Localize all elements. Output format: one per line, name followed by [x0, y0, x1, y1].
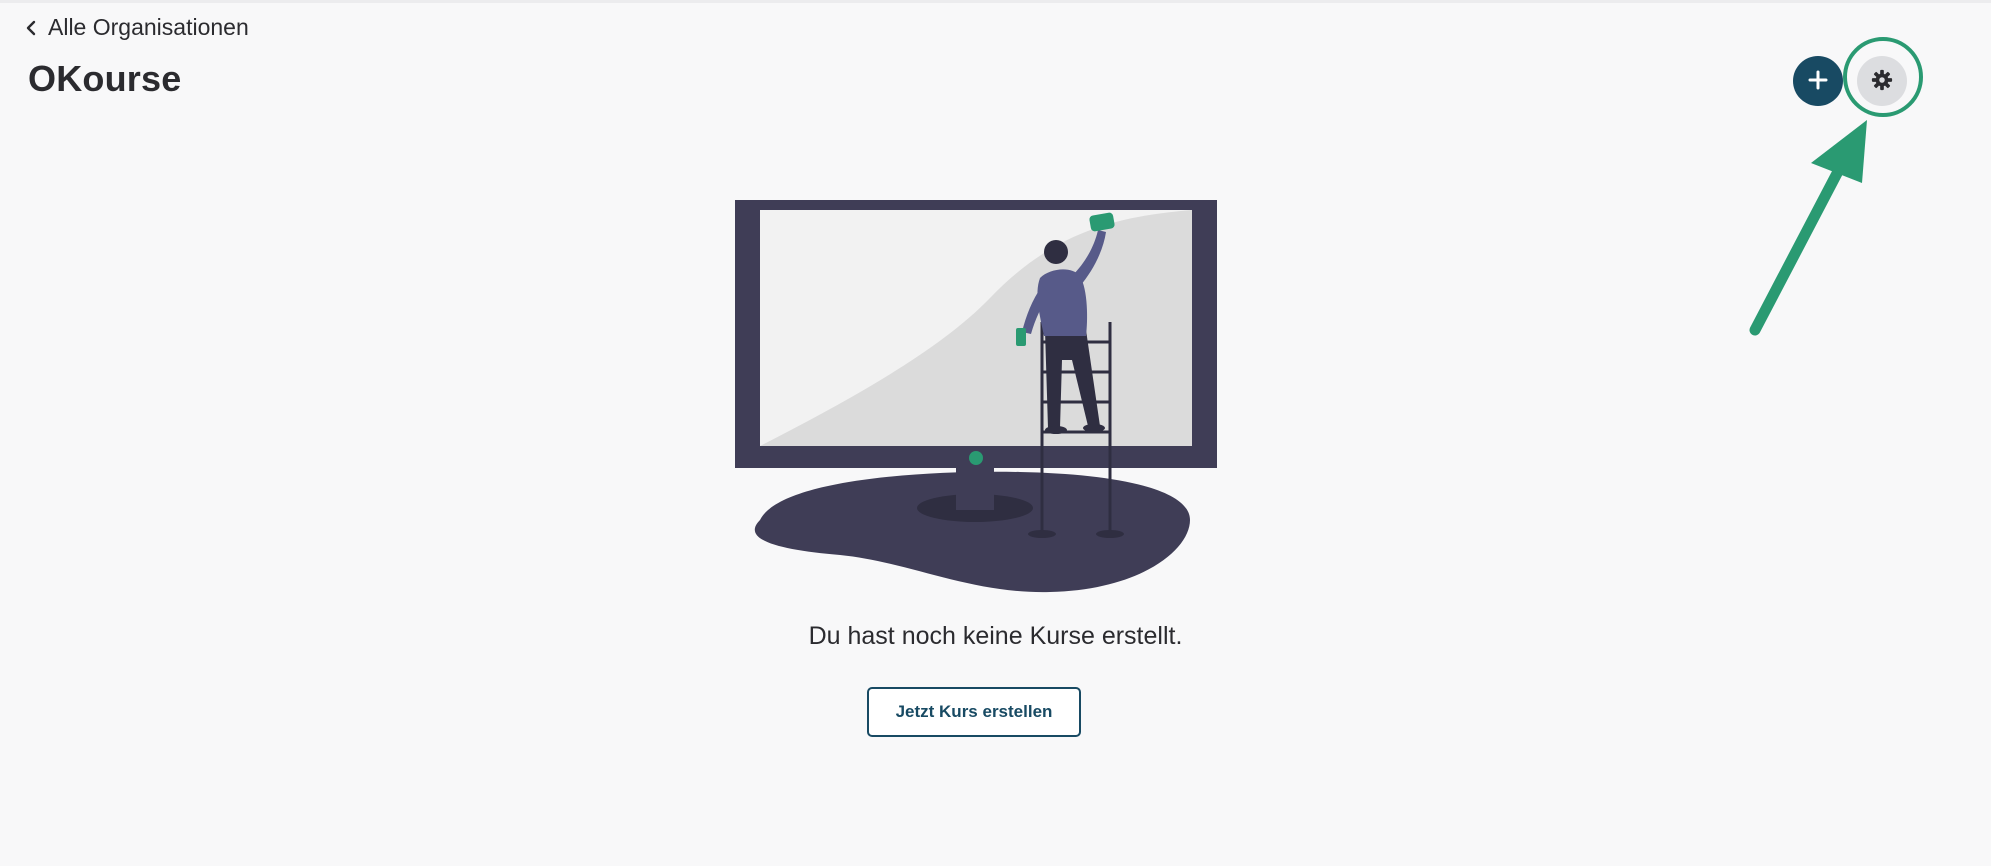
- plus-icon: [1808, 70, 1828, 93]
- back-link[interactable]: Alle Organisationen: [26, 14, 249, 41]
- gear-icon: [1871, 69, 1893, 94]
- settings-button[interactable]: [1857, 56, 1907, 106]
- page-title: OKourse: [28, 58, 182, 99]
- arrow-annotation: [1720, 120, 1900, 345]
- chevron-left-icon: [26, 20, 36, 36]
- empty-state-illustration: [720, 190, 1220, 615]
- add-course-button[interactable]: [1793, 56, 1843, 106]
- top-border: [0, 0, 1991, 3]
- empty-state-message: Du hast noch keine Kurse erstellt.: [808, 622, 1183, 650]
- back-link-label: Alle Organisationen: [48, 14, 249, 40]
- create-course-button[interactable]: Jetzt Kurs erstellen: [867, 687, 1081, 737]
